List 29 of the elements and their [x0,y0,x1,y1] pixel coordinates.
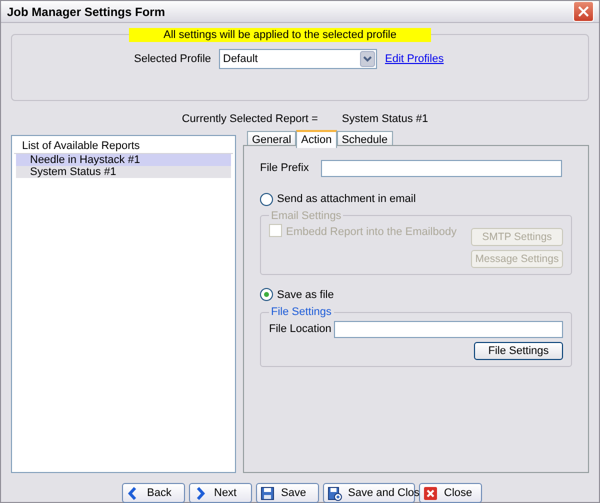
field-label: Selected Profile [134,52,212,67]
window-title: Job Manager Settings Form [7,4,166,20]
list-item[interactable]: Needle in Haystack #1 [16,154,231,166]
profile-dropdown[interactable]: Default [219,49,377,69]
file-location-field[interactable] [334,321,563,338]
field-label: File Location [269,322,332,338]
file-prefix-field[interactable] [321,160,562,177]
list-item[interactable]: System Status #1 [16,166,231,178]
save-icon [260,486,275,500]
tab[interactable]: Action [296,130,337,148]
group-title: Email Settings [270,210,342,222]
current-report-value: System Status #1 [342,112,428,125]
edit-profiles-link[interactable]: Edit Profiles [385,50,444,68]
group-title: File Settings [270,306,333,318]
close-button[interactable] [573,1,594,22]
file-settings-button[interactable]: File Settings [474,342,563,360]
close-icon [423,486,438,500]
field-label: File Prefix [260,161,310,176]
close-icon [578,6,589,17]
file-radio[interactable]: Save as file [260,286,572,303]
footer-button[interactable]: Next [189,483,252,503]
notice-banner: All settings will be applied to the selected profile [129,28,431,42]
save-icon [327,486,342,500]
footer-button[interactable]: Close [419,483,482,503]
current-report-label: Currently Selected Report = [182,112,318,125]
email-radio[interactable]: Send as attachment in email [260,191,572,208]
footer-button[interactable]: Save [256,483,319,503]
footer-button[interactable]: Back [122,483,185,503]
checkbox-label: Embedd Report into the Emailbody [286,224,457,240]
